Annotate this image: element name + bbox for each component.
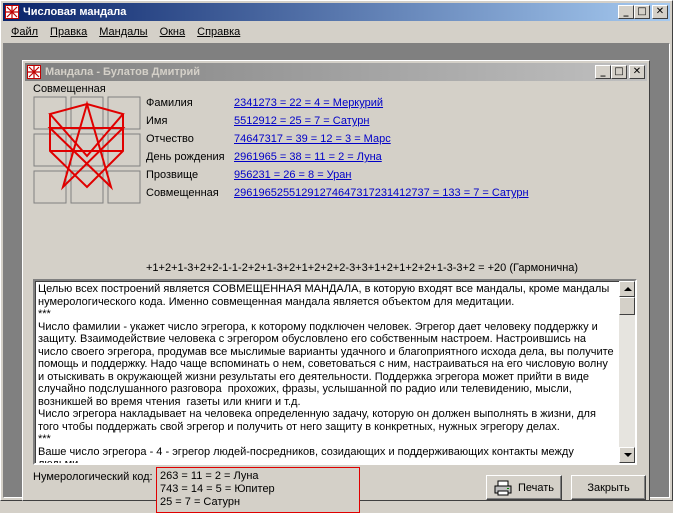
app-title: Числовая мандала [23,6,127,18]
close-window-button[interactable]: ✕ [652,5,668,19]
patronymic-value-link[interactable]: 74647317 = 39 = 12 = 3 = Марс [234,133,391,145]
child-close-button[interactable]: ✕ [629,65,645,79]
menu-edit[interactable]: Правка [44,26,93,38]
name-label: Имя [146,115,168,127]
harmony-line: +1+2+1-3+2+2-1-1-2+2+1-3+2+1+2+2+2-3+3+1… [146,262,579,274]
numerology-line: 743 = 14 = 5 = Юпитер [160,483,275,495]
arrow-up-icon [624,287,632,291]
surname-label: Фамилия [146,97,193,109]
close-button-label: Закрыть [587,481,630,494]
mandala-window-body: Совмещенная Фамилия 2341273 = 22 = 4 = М… [25,83,647,513]
menu-mandalas[interactable]: Мандалы [93,26,153,38]
menu-help-label: Справка [197,26,241,38]
scroll-thumb[interactable] [619,297,635,315]
app-titlebar[interactable]: Числовая мандала _ □ ✕ [3,3,670,21]
mandala-graphic [33,96,141,204]
numerology-line: 263 = 11 = 2 = Луна [160,470,259,482]
mandala-window-icon [27,65,41,79]
mandala-app-icon [5,5,19,19]
mandala-cell-7 [107,170,141,204]
close-button[interactable]: Закрыть [571,475,646,500]
nickname-label: Прозвище [146,169,199,181]
maximize-button[interactable]: □ [634,5,650,19]
print-button-label: Печать [517,481,555,494]
menu-windows[interactable]: Окна [154,26,192,38]
description-textarea[interactable]: Целью всех построений является СОВМЕЩЕНН… [33,279,637,465]
birthday-value-link[interactable]: 2961965 = 38 = 11 = 2 = Луна [234,151,382,163]
combined-heading: Совмещенная [33,83,106,95]
combined-value-link[interactable]: 29619652551291274647317231412737 = 133 =… [234,187,529,199]
mdi-workspace: Мандала - Булатов Дмитрий _ □ ✕ Совмещен… [3,43,670,513]
scroll-down-button[interactable] [619,447,635,463]
mandala-window-title: Мандала - Булатов Дмитрий [45,66,201,78]
description-scrollbar[interactable] [619,281,635,463]
numerology-line: 25 = 7 = Сатурн [160,496,241,508]
child-maximize-button[interactable]: □ [611,65,627,79]
birthday-label: День рождения [146,151,225,163]
menu-edit-label: Правка [50,26,88,38]
menu-help[interactable]: Справка [191,26,246,38]
patronymic-label: Отчество [146,133,194,145]
mandala-window: Мандала - Булатов Дмитрий _ □ ✕ Совмещен… [22,60,650,513]
mandala-window-titlebar[interactable]: Мандала - Булатов Дмитрий _ □ ✕ [25,63,647,81]
minimize-button[interactable]: _ [618,5,634,19]
main-window: Числовая мандала _ □ ✕ Файл Правка Манда… [0,0,673,513]
child-minimize-button[interactable]: _ [595,65,611,79]
combined-label: Совмещенная [146,187,219,199]
menu-file-label: Файл [11,26,39,38]
description-text: Целью всех построений является СОВМЕЩЕНН… [38,283,614,465]
print-button[interactable]: Печать [486,475,562,500]
menubar: Файл Правка Мандалы Окна Справка [3,23,670,41]
menu-file[interactable]: Файл [5,26,44,38]
printer-icon [494,480,512,495]
numerology-label: Нумерологический код: [33,471,153,483]
menu-windows-label: Окна [159,26,186,38]
scroll-up-button[interactable] [619,281,635,297]
nickname-value-link[interactable]: 956231 = 26 = 8 = Уран [234,169,351,181]
mandala-cell-1 [33,170,67,204]
name-value-link[interactable]: 5512912 = 25 = 7 = Сатурн [234,115,369,127]
menu-mandalas-label: Мандалы [99,26,148,38]
surname-value-link[interactable]: 2341273 = 22 = 4 = Меркурий [234,97,383,109]
arrow-down-icon [624,453,632,457]
numerology-code-box: 263 = 11 = 2 = Луна 743 = 14 = 5 = Юпите… [156,467,360,513]
